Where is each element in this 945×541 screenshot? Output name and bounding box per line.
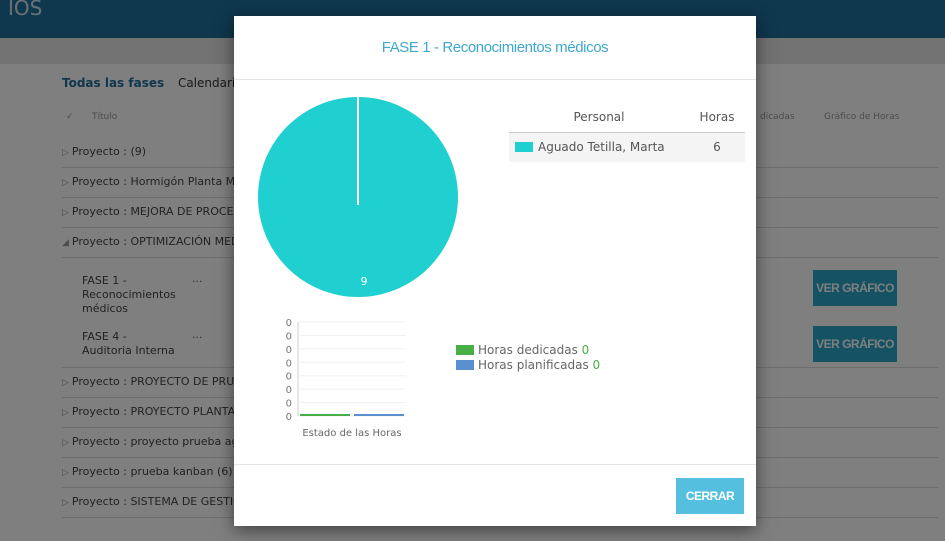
y-tick-label: 0 <box>286 399 292 410</box>
legend-item-planned: Horas planificadas 0 <box>456 358 600 373</box>
table-row: Aguado Tetilla, Marta 6 <box>509 132 745 162</box>
y-tick-label: 0 <box>286 372 292 383</box>
personnel-table: Personal Horas Aguado Tetilla, Marta 6 <box>509 102 745 162</box>
pie-chart: 6 <box>256 95 460 299</box>
y-tick-label: 0 <box>286 345 292 356</box>
bar-legend: Horas dedicadas 0 Horas planificadas 0 <box>456 343 600 373</box>
y-tick-label: 0 <box>286 385 292 396</box>
y-tick-label: 0 <box>286 412 292 423</box>
y-tick-label: 0 <box>286 318 292 329</box>
modal-header: FASE 1 - Reconocimientos médicos <box>234 16 756 80</box>
chart-modal: FASE 1 - Reconocimientos médicos 6 Perso… <box>234 16 756 526</box>
y-tick-label: 0 <box>286 331 292 342</box>
x-axis-label: Estado de las Horas <box>302 428 401 439</box>
close-button[interactable]: CERRAR <box>676 478 744 514</box>
pie-chart-svg: 6 <box>258 97 458 297</box>
header-hours: Horas <box>689 102 745 133</box>
personnel-hours-cell: 6 <box>689 132 745 162</box>
header-personal: Personal <box>509 102 689 133</box>
y-tick-label: 0 <box>286 358 292 369</box>
bar-chart-svg: 0 0 0 0 0 0 0 0 Estado de las Horas <box>286 318 406 439</box>
modal-title: FASE 1 - Reconocimientos médicos <box>381 39 609 56</box>
series-swatch <box>515 142 533 153</box>
bar-chart: 0 0 0 0 0 0 0 0 Estado de las Horas <box>274 316 424 442</box>
legend-item-dedicated: Horas dedicadas 0 <box>456 343 600 358</box>
bar <box>300 414 350 416</box>
bar <box>354 414 404 416</box>
pie-data-label: 6 <box>361 274 368 287</box>
legend-swatch <box>456 360 474 370</box>
legend-swatch <box>456 345 474 355</box>
personnel-name-cell: Aguado Tetilla, Marta <box>509 132 689 162</box>
